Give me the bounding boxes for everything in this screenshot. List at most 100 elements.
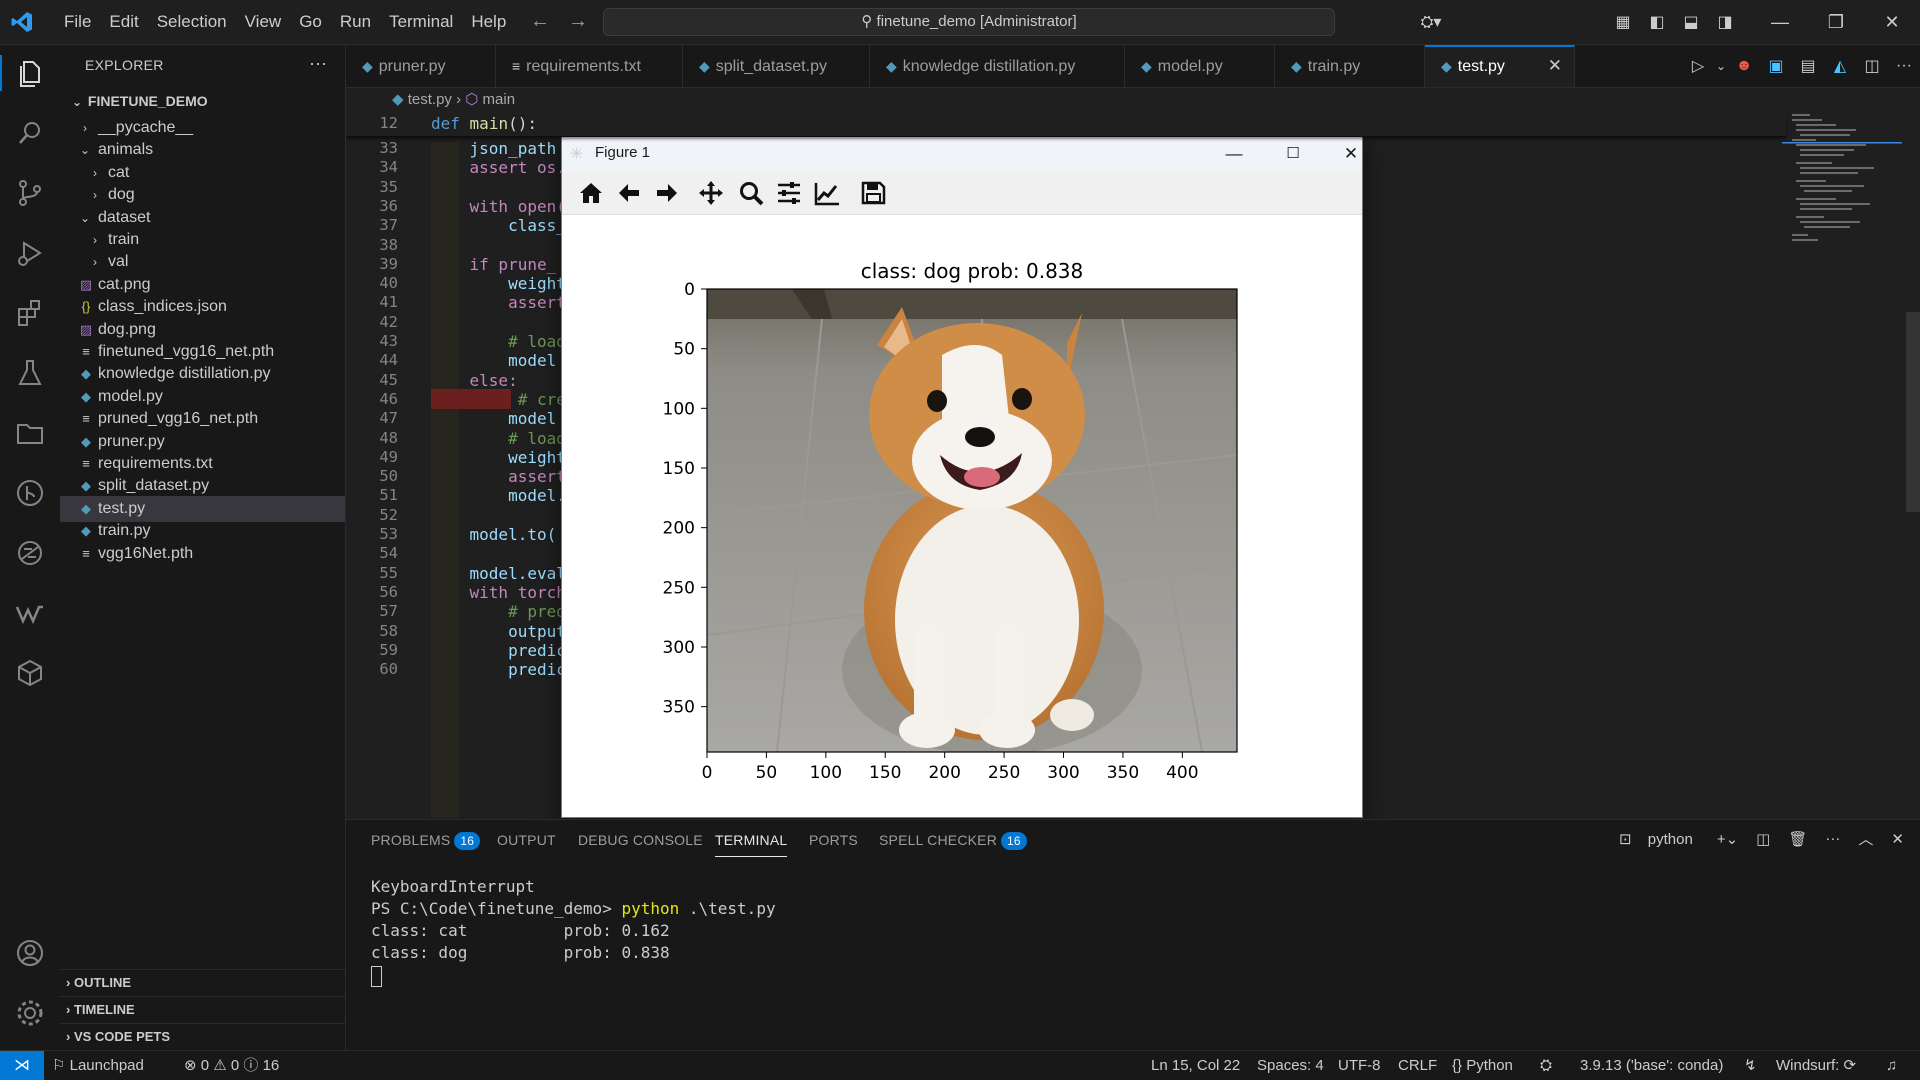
menu-file[interactable]: File [55, 12, 100, 32]
windsurf-action-icon[interactable]: ◭ [1824, 56, 1856, 76]
edit-axis-icon[interactable] [814, 180, 840, 206]
split-terminal-icon[interactable]: ◫ [1750, 830, 1776, 848]
breadcrumb-symbol[interactable]: main [483, 91, 516, 108]
save-icon[interactable] [860, 180, 886, 206]
sync-icon[interactable]: ↯ [1744, 1051, 1757, 1080]
indentation[interactable]: Spaces: 4 [1257, 1051, 1324, 1080]
search-icon[interactable] [14, 117, 46, 149]
gitlens-icon[interactable] [14, 477, 46, 509]
panel-tab-debug-console[interactable]: DEBUG CONSOLE [578, 832, 703, 848]
matplotlib-figure-window[interactable]: ✳ Figure 1 — ☐ ✕ class: dog prob: 0.838 … [561, 135, 1363, 818]
more-editor-actions-icon[interactable]: ··· [1888, 57, 1920, 75]
windsurf-icon[interactable] [14, 597, 46, 629]
run-dropdown-icon[interactable]: ⌄ [1714, 59, 1728, 73]
folder-icon[interactable] [14, 417, 46, 449]
extensions-icon[interactable] [14, 297, 46, 329]
tree-item[interactable]: ≡ vgg16Net.pth [60, 541, 345, 567]
figure-maximize-icon[interactable]: ☐ [1273, 140, 1313, 168]
open-changes-icon[interactable]: ▤ [1792, 56, 1824, 76]
figure-close-icon[interactable]: ✕ [1331, 140, 1371, 168]
problems-status[interactable]: ⊗ 0 ⚠ 0 ⓘ 16 [184, 1051, 279, 1080]
tab-model[interactable]: ◆ model.py [1125, 45, 1275, 87]
tab-knowledge-distillation[interactable]: ◆ knowledge distillation.py [870, 45, 1125, 87]
launchpad-item[interactable]: ⚐ Launchpad [52, 1051, 144, 1080]
tab-requirements[interactable]: ≡ requirements.txt [496, 45, 683, 87]
nav-back-icon[interactable]: ← [530, 10, 550, 33]
cube-icon[interactable] [14, 657, 46, 689]
copilot-status-icon[interactable]: ⛭ [1540, 1051, 1552, 1080]
remote-explorer-icon[interactable] [14, 537, 46, 569]
panel-tab-spell-checker[interactable]: SPELL CHECKER 16 [879, 832, 1027, 850]
split-editor-icon[interactable]: ◫ [1856, 56, 1888, 76]
figure-title-bar[interactable]: ✳ Figure 1 — ☐ ✕ [562, 136, 1362, 172]
customize-layout-icon[interactable]: ▦ [1606, 12, 1640, 32]
python-interpreter[interactable]: 3.9.13 ('base': conda) [1580, 1051, 1723, 1080]
minimize-icon[interactable]: — [1752, 12, 1808, 33]
menu-selection[interactable]: Selection [148, 12, 236, 32]
new-terminal-icon[interactable]: +⌄ [1711, 830, 1744, 848]
run-debug-icon[interactable] [14, 237, 46, 269]
maximize-panel-icon[interactable]: ︿ [1852, 828, 1879, 849]
preview-icon[interactable]: ▣ [1760, 56, 1792, 76]
remote-indicator-icon[interactable]: ⋊ [0, 1051, 44, 1080]
end-of-line[interactable]: CRLF [1398, 1051, 1437, 1080]
manage-gear-icon[interactable] [14, 997, 46, 1029]
terminal-cursor[interactable] [371, 966, 382, 987]
notifications-bell-icon[interactable]: ♫ [1886, 1051, 1897, 1080]
source-control-icon[interactable] [14, 177, 46, 209]
kill-terminal-icon[interactable]: 🗑 [1782, 830, 1813, 848]
section-timeline[interactable]: › TIMELINE [60, 996, 345, 1023]
accounts-icon[interactable] [14, 937, 46, 969]
back-icon[interactable] [616, 180, 642, 206]
cursor-position[interactable]: Ln 15, Col 22 [1151, 1051, 1240, 1080]
home-icon[interactable] [578, 180, 604, 206]
command-center[interactable]: ⚲ finetune_demo [Administrator] [603, 8, 1335, 36]
menu-edit[interactable]: Edit [100, 12, 147, 32]
restore-icon[interactable]: ❐ [1808, 12, 1864, 33]
windsurf-status[interactable]: Windsurf: ⟳ [1776, 1051, 1856, 1080]
close-tab-icon[interactable]: ✕ [1548, 47, 1562, 85]
breadcrumb[interactable]: ◆ test.py › ⬡ main [392, 90, 515, 108]
panel-tab-ports[interactable]: PORTS [809, 832, 858, 848]
panel-tab-terminal[interactable]: TERMINAL [715, 832, 788, 857]
menu-run[interactable]: Run [331, 12, 380, 32]
editor-scrollbar[interactable] [1906, 312, 1920, 512]
breadcrumb-file[interactable]: test.py [408, 91, 452, 108]
figure-minimize-icon[interactable]: — [1214, 140, 1254, 168]
toggle-secondary-sidebar-icon[interactable]: ◨ [1708, 12, 1742, 32]
section-vscode-pets[interactable]: › VS CODE PETS [60, 1023, 345, 1050]
tab-test[interactable]: ◆ test.py ✕ [1425, 45, 1575, 87]
explorer-icon[interactable] [14, 57, 46, 89]
menu-go[interactable]: Go [290, 12, 331, 32]
close-panel-icon[interactable]: ✕ [1885, 830, 1910, 848]
toggle-sidebar-icon[interactable]: ◧ [1640, 12, 1674, 32]
copilot-icon[interactable]: ⛭▾ [1406, 12, 1456, 32]
more-panel-actions-icon[interactable]: ··· [1819, 830, 1846, 847]
configure-icon[interactable] [776, 180, 802, 206]
workspace-root[interactable]: ⌄ FINETUNE_DEMO [60, 88, 345, 114]
run-python-file-icon[interactable]: ▷ [1682, 56, 1714, 76]
toggle-panel-icon[interactable]: ⬓ [1674, 12, 1708, 32]
terminal-instance[interactable]: ⊡ python [1607, 830, 1705, 848]
encoding[interactable]: UTF-8 [1338, 1051, 1381, 1080]
menu-view[interactable]: View [236, 12, 291, 32]
panel-tab-problems[interactable]: PROBLEMS 16 [371, 832, 481, 850]
pan-icon[interactable] [698, 180, 724, 206]
pet-icon[interactable]: ☻ [1728, 57, 1760, 75]
figure-canvas[interactable]: class: dog prob: 0.838 0 50 100 150 200 … [562, 215, 1362, 817]
section-outline[interactable]: › OUTLINE [60, 969, 345, 996]
language-mode[interactable]: {} Python [1452, 1051, 1513, 1080]
zoom-icon[interactable] [738, 180, 764, 206]
tab-split-dataset[interactable]: ◆ split_dataset.py [683, 45, 870, 87]
minimap[interactable] [1782, 112, 1902, 262]
menu-terminal[interactable]: Terminal [380, 12, 462, 32]
forward-icon[interactable] [654, 180, 680, 206]
tab-pruner[interactable]: ◆ pruner.py [346, 45, 496, 87]
nav-forward-icon[interactable]: → [568, 10, 588, 33]
menu-help[interactable]: Help [462, 12, 515, 32]
sticky-scroll[interactable]: 12 def main(): [346, 112, 1786, 137]
panel-tab-output[interactable]: OUTPUT [497, 832, 556, 848]
more-actions-icon[interactable]: ··· [309, 53, 327, 74]
testing-icon[interactable] [14, 357, 46, 389]
close-window-icon[interactable]: ✕ [1864, 12, 1920, 33]
